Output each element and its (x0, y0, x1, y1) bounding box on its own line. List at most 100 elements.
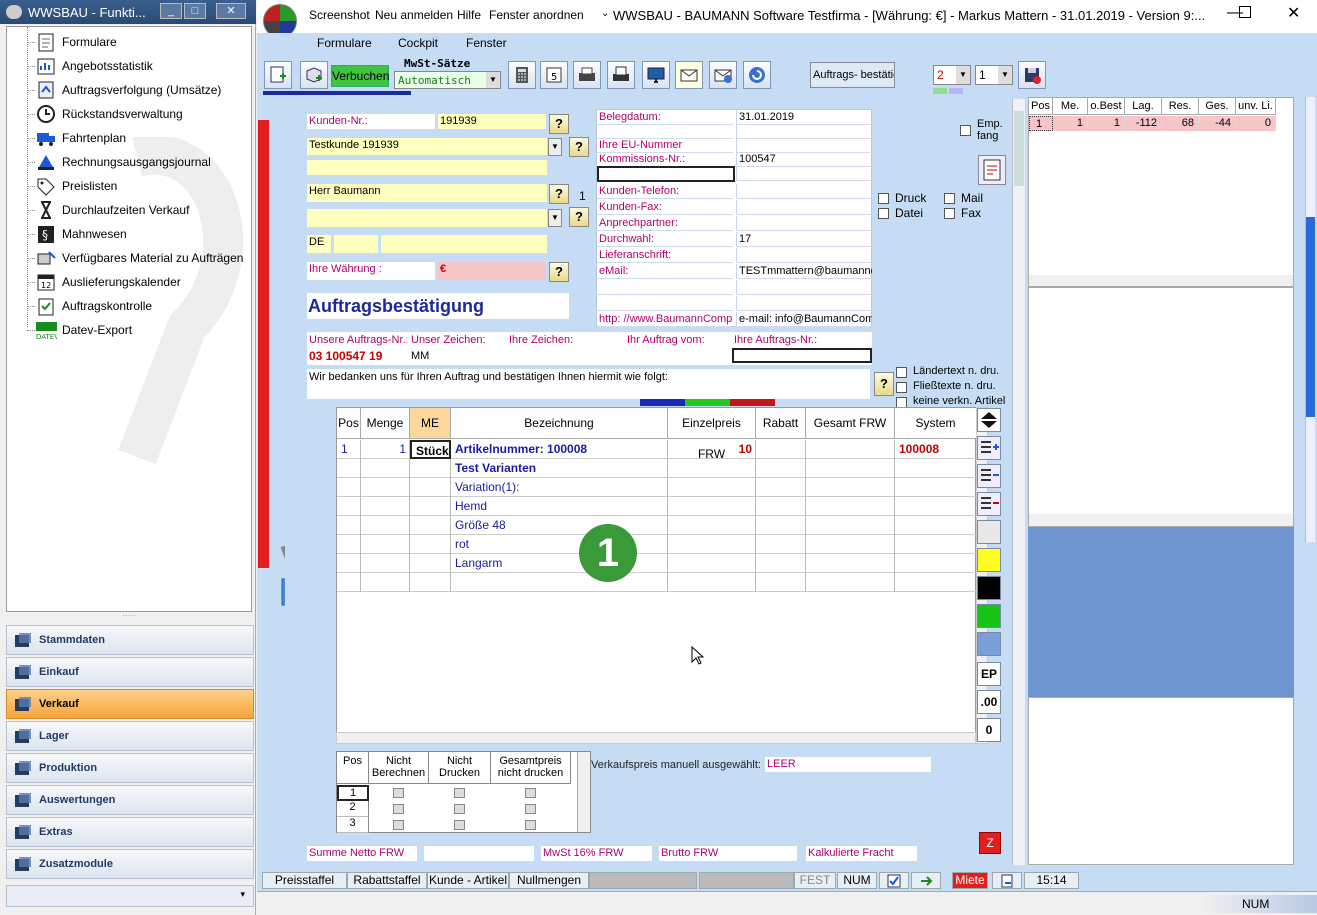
column-header-system[interactable]: System (895, 408, 977, 439)
cell-bez[interactable]: Test Varianten (451, 459, 668, 478)
cell-pos[interactable] (337, 516, 361, 535)
small-table-checkbox[interactable] (525, 788, 536, 798)
delete-row-button[interactable] (977, 492, 1001, 516)
cell-menge[interactable] (361, 478, 410, 497)
cell-menge[interactable] (361, 554, 410, 573)
zero-button[interactable]: 0 (977, 718, 1001, 742)
cell-gesamt[interactable] (806, 554, 895, 573)
ep-button[interactable]: EP (977, 662, 1001, 686)
info-value[interactable]: e-mail: info@BaumannComp (736, 312, 872, 327)
column-header-me[interactable]: ME (410, 408, 451, 439)
stock-cell[interactable]: -112 (1125, 116, 1162, 131)
maximize-button[interactable] (1239, 6, 1251, 18)
form-vertical-scrollbar[interactable] (1012, 99, 1025, 865)
druck-checkbox[interactable] (878, 193, 889, 204)
column-header-menge[interactable]: Menge (361, 408, 410, 439)
cell-gesamt[interactable] (806, 478, 895, 497)
info-value[interactable]: 31.01.2019 (736, 110, 872, 125)
rabattstaffel-button[interactable]: Rabattstaffel (347, 872, 427, 889)
cell-rabatt[interactable] (756, 516, 806, 535)
decimal-button[interactable]: .00 (977, 690, 1001, 714)
tree-item-auslieferungskalender[interactable]: 12 Auslieferungskalender (35, 271, 250, 293)
copies-select-1[interactable]: 2 ▼ (933, 65, 971, 85)
cell-me[interactable] (410, 478, 451, 497)
column-header-einzelpreis-frw[interactable]: Einzelpreis FRW (668, 408, 756, 461)
help-button[interactable]: ? (549, 262, 569, 282)
unser-zeichen-field[interactable]: MM (409, 349, 504, 364)
menu-formulare[interactable]: Formulare (317, 36, 372, 50)
kunde-artikel-button[interactable]: Kunde - Artikel (427, 872, 509, 889)
waehrung-field[interactable]: € (438, 262, 546, 280)
nav-auswertungen[interactable]: Auswertungen (6, 785, 254, 815)
report-button[interactable] (978, 155, 1006, 185)
mail-send-button[interactable] (709, 61, 737, 89)
cell-menge[interactable] (361, 459, 410, 478)
address-line-field[interactable] (307, 160, 547, 175)
order-reference-field[interactable] (597, 166, 735, 182)
cell-preis[interactable] (668, 573, 756, 592)
small-table-checkbox[interactable] (525, 804, 536, 814)
scroll-thumb[interactable] (1014, 111, 1024, 186)
contact-field[interactable]: Herr Baumann (307, 184, 547, 202)
menu-cockpit[interactable]: Cockpit (398, 36, 438, 50)
tree-item-datev-export[interactable]: DATEV Datev-Export (35, 319, 250, 341)
cell-bez[interactable]: Variation(1): (451, 478, 668, 497)
mail-button[interactable] (675, 61, 703, 89)
small-table-pos[interactable]: 2 (337, 801, 369, 817)
help-button[interactable]: ? (569, 207, 589, 227)
detail-hscrollbar[interactable] (1029, 514, 1293, 526)
tree-item-rechnungsausgangsjournal[interactable]: Rechnungsausgangsjournal (35, 151, 250, 173)
cell-preis[interactable] (668, 554, 756, 573)
empfang-checkbox[interactable] (960, 125, 971, 136)
cell-system[interactable] (895, 516, 977, 535)
cell-pos[interactable] (337, 535, 361, 554)
cell-menge[interactable] (361, 573, 410, 592)
small-table-checkbox[interactable] (525, 820, 536, 830)
tree-item-mahnwesen[interactable]: § Mahnwesen (35, 223, 250, 245)
info-value[interactable] (736, 280, 872, 295)
z-button[interactable]: Z (979, 832, 1001, 854)
cell-gesamt[interactable] (806, 440, 895, 459)
cell-gesamt[interactable] (806, 516, 895, 535)
cell-system[interactable]: 100008 (895, 440, 977, 459)
ihre-auftrags-nr-field[interactable] (732, 348, 872, 363)
stock-cell[interactable]: 1 (1053, 116, 1088, 131)
info-value[interactable] (736, 248, 872, 263)
tree-item-r-ckstandsverwaltung[interactable]: Rückstandsverwaltung (35, 103, 250, 125)
city-field[interactable] (381, 235, 547, 253)
cell-preis[interactable] (668, 459, 756, 478)
cell-preis[interactable] (668, 535, 756, 554)
cell-gesamt[interactable] (806, 573, 895, 592)
right-scrollbar[interactable] (1305, 97, 1315, 542)
help-button[interactable]: ? (549, 114, 569, 134)
nav-stammdaten[interactable]: Stammdaten (6, 625, 254, 655)
text-option-checkbox[interactable] (896, 367, 907, 378)
insert-row-button[interactable] (977, 436, 1001, 460)
nav-zusatzmodule[interactable]: Zusatzmodule (6, 849, 254, 879)
info-value[interactable]: 17 (736, 232, 872, 247)
quick-access-chevron-icon[interactable]: ⌄ (601, 8, 609, 19)
verbuchen-button[interactable]: Verbuchen (331, 65, 389, 87)
grid-horizontal-scrollbar[interactable] (336, 732, 976, 744)
split-row-button[interactable] (977, 464, 1001, 488)
small-table-pos[interactable]: 1 (337, 785, 369, 801)
mail-checkbox[interactable] (944, 193, 955, 204)
nav-overflow[interactable]: ▾ (6, 885, 254, 907)
column-header-pos[interactable]: Pos (337, 408, 361, 439)
cell-system[interactable] (895, 459, 977, 478)
cell-menge[interactable] (361, 516, 410, 535)
menu-fenster-anordnen[interactable]: Fenster anordnen (489, 8, 584, 22)
info-value[interactable] (736, 200, 872, 215)
intro-text-field[interactable]: Wir bedanken uns für Ihren Auftrag und b… (307, 369, 870, 399)
table-row[interactable]: Größe 48 (337, 516, 977, 535)
help-button[interactable]: ? (549, 184, 569, 204)
cell-me[interactable] (410, 554, 451, 573)
table-row[interactable]: 1 1 Stück Artikelnummer: 100008 10 100008 (337, 440, 977, 459)
info-value[interactable] (736, 296, 872, 311)
cell-bez[interactable]: Größe 48 (451, 516, 668, 535)
info-value[interactable] (736, 216, 872, 231)
small-table-pos[interactable]: 3 (337, 817, 369, 833)
small-table-checkbox[interactable] (393, 804, 404, 814)
stock-cell[interactable]: 0 (1236, 116, 1276, 131)
cell-system[interactable] (895, 478, 977, 497)
